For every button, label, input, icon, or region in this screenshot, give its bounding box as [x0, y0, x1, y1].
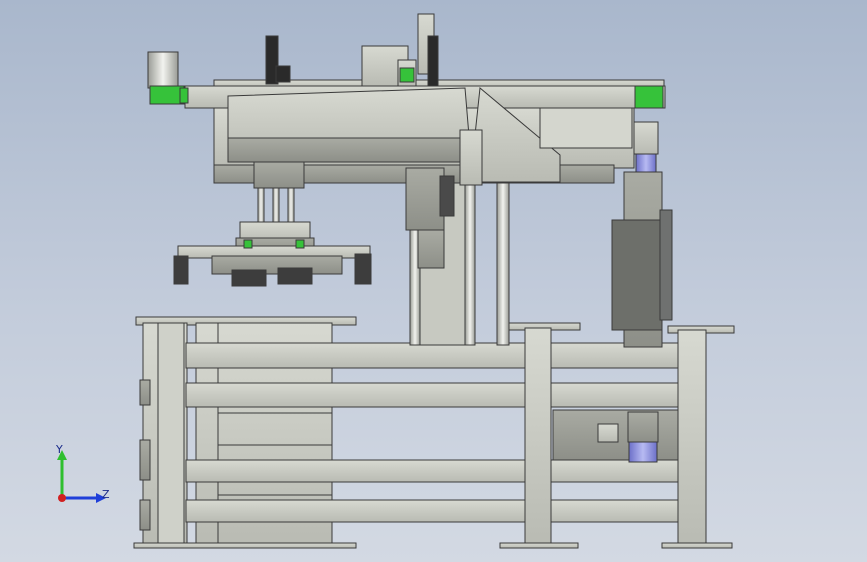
cad-model-render[interactable] [0, 0, 867, 562]
cad-viewport[interactable]: Y Z [0, 0, 867, 562]
left-drive-motor [147, 51, 189, 105]
right-pulley [634, 85, 664, 109]
z-axis-label: Z [102, 488, 110, 501]
coordinate-triad: Y Z [55, 443, 110, 503]
y-axis-label: Y [55, 443, 63, 456]
x-axis-origin [58, 494, 66, 502]
